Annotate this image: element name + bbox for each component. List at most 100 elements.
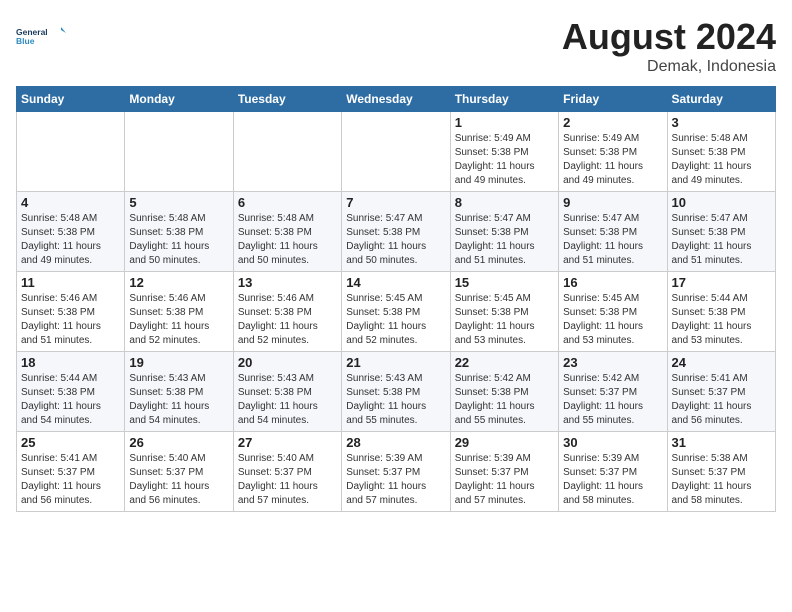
calendar-cell: 31 Sunrise: 5:38 AM Sunset: 5:37 PM Dayli… bbox=[667, 432, 775, 512]
day-number: 4 bbox=[21, 195, 120, 210]
calendar-cell: 26 Sunrise: 5:40 AM Sunset: 5:37 PM Dayli… bbox=[125, 432, 233, 512]
calendar-cell: 13 Sunrise: 5:46 AM Sunset: 5:38 PM Dayli… bbox=[233, 272, 341, 352]
logo-svg: General Blue bbox=[16, 16, 66, 56]
calendar-cell: 7 Sunrise: 5:47 AM Sunset: 5:38 PM Daylig… bbox=[342, 192, 450, 272]
day-number: 18 bbox=[21, 355, 120, 370]
day-number: 29 bbox=[455, 435, 554, 450]
day-info: Sunrise: 5:39 AM Sunset: 5:37 PM Dayligh… bbox=[455, 452, 554, 508]
svg-text:General: General bbox=[16, 27, 48, 37]
calendar-cell: 4 Sunrise: 5:48 AM Sunset: 5:38 PM Daylig… bbox=[17, 192, 125, 272]
day-info: Sunrise: 5:47 AM Sunset: 5:38 PM Dayligh… bbox=[563, 212, 662, 268]
day-info: Sunrise: 5:49 AM Sunset: 5:38 PM Dayligh… bbox=[563, 132, 662, 188]
day-info: Sunrise: 5:48 AM Sunset: 5:38 PM Dayligh… bbox=[672, 132, 771, 188]
day-info: Sunrise: 5:48 AM Sunset: 5:38 PM Dayligh… bbox=[129, 212, 228, 268]
calendar-cell: 24Sunrise: 5:41 AM Sunset: 5:37 PM Dayli… bbox=[667, 352, 775, 432]
day-number: 19 bbox=[129, 355, 228, 370]
day-number: 22 bbox=[455, 355, 554, 370]
day-info: Sunrise: 5:40 AM Sunset: 5:37 PM Dayligh… bbox=[238, 452, 337, 508]
day-info: Sunrise: 5:41 AM Sunset: 5:37 PM Dayligh… bbox=[672, 372, 771, 428]
day-info: Sunrise: 5:38 AM Sunset: 5:37 PM Dayligh… bbox=[672, 452, 771, 508]
day-number: 11 bbox=[21, 275, 120, 290]
col-header-monday: Monday bbox=[125, 87, 233, 112]
day-number: 21 bbox=[346, 355, 445, 370]
calendar-cell bbox=[17, 112, 125, 192]
week-row-4: 18 Sunrise: 5:44 AM Sunset: 5:38 PM Dayli… bbox=[17, 352, 776, 432]
calendar-cell: 21 Sunrise: 5:43 AM Sunset: 5:38 PM Dayli… bbox=[342, 352, 450, 432]
day-number: 13 bbox=[238, 275, 337, 290]
day-info: Sunrise: 5:43 AM Sunset: 5:38 PM Dayligh… bbox=[129, 372, 228, 428]
logo: General Blue bbox=[16, 16, 66, 56]
calendar-cell: 11 Sunrise: 5:46 AM Sunset: 5:38 PM Dayli… bbox=[17, 272, 125, 352]
day-info: Sunrise: 5:46 AM Sunset: 5:38 PM Dayligh… bbox=[21, 292, 120, 348]
calendar-cell: 23Sunrise: 5:42 AM Sunset: 5:37 PM Dayli… bbox=[559, 352, 667, 432]
calendar-cell bbox=[342, 112, 450, 192]
calendar-table: SundayMondayTuesdayWednesdayThursdayFrid… bbox=[16, 86, 776, 512]
day-info: Sunrise: 5:43 AM Sunset: 5:38 PM Dayligh… bbox=[346, 372, 445, 428]
col-header-wednesday: Wednesday bbox=[342, 87, 450, 112]
calendar-cell: 25Sunrise: 5:41 AM Sunset: 5:37 PM Dayli… bbox=[17, 432, 125, 512]
day-number: 6 bbox=[238, 195, 337, 210]
header-row: SundayMondayTuesdayWednesdayThursdayFrid… bbox=[17, 87, 776, 112]
day-info: Sunrise: 5:44 AM Sunset: 5:38 PM Dayligh… bbox=[672, 292, 771, 348]
calendar-cell: 17 Sunrise: 5:44 AM Sunset: 5:38 PM Dayli… bbox=[667, 272, 775, 352]
svg-text:Blue: Blue bbox=[16, 36, 35, 46]
day-info: Sunrise: 5:42 AM Sunset: 5:37 PM Dayligh… bbox=[563, 372, 662, 428]
day-number: 7 bbox=[346, 195, 445, 210]
day-info: Sunrise: 5:48 AM Sunset: 5:38 PM Dayligh… bbox=[21, 212, 120, 268]
calendar-cell bbox=[233, 112, 341, 192]
col-header-friday: Friday bbox=[559, 87, 667, 112]
calendar-cell: 20 Sunrise: 5:43 AM Sunset: 5:38 PM Dayli… bbox=[233, 352, 341, 432]
day-info: Sunrise: 5:47 AM Sunset: 5:38 PM Dayligh… bbox=[455, 212, 554, 268]
calendar-cell: 15Sunrise: 5:45 AM Sunset: 5:38 PM Dayli… bbox=[450, 272, 558, 352]
day-info: Sunrise: 5:46 AM Sunset: 5:38 PM Dayligh… bbox=[238, 292, 337, 348]
day-info: Sunrise: 5:39 AM Sunset: 5:37 PM Dayligh… bbox=[563, 452, 662, 508]
day-number: 17 bbox=[672, 275, 771, 290]
day-number: 26 bbox=[129, 435, 228, 450]
day-number: 1 bbox=[455, 115, 554, 130]
location-title: Demak, Indonesia bbox=[562, 58, 776, 76]
day-info: Sunrise: 5:42 AM Sunset: 5:38 PM Dayligh… bbox=[455, 372, 554, 428]
calendar-cell: 16 Sunrise: 5:45 AM Sunset: 5:38 PM Dayli… bbox=[559, 272, 667, 352]
calendar-cell: 6 Sunrise: 5:48 AM Sunset: 5:38 PM Daylig… bbox=[233, 192, 341, 272]
page-header: General Blue August 2024 Demak, Indonesi… bbox=[16, 16, 776, 76]
calendar-cell bbox=[125, 112, 233, 192]
day-info: Sunrise: 5:45 AM Sunset: 5:38 PM Dayligh… bbox=[455, 292, 554, 348]
calendar-cell: 1Sunrise: 5:49 AM Sunset: 5:38 PM Daylig… bbox=[450, 112, 558, 192]
col-header-thursday: Thursday bbox=[450, 87, 558, 112]
day-number: 5 bbox=[129, 195, 228, 210]
col-header-saturday: Saturday bbox=[667, 87, 775, 112]
day-info: Sunrise: 5:44 AM Sunset: 5:38 PM Dayligh… bbox=[21, 372, 120, 428]
day-number: 16 bbox=[563, 275, 662, 290]
calendar-cell: 12 Sunrise: 5:46 AM Sunset: 5:38 PM Dayli… bbox=[125, 272, 233, 352]
calendar-cell: 9 Sunrise: 5:47 AM Sunset: 5:38 PM Daylig… bbox=[559, 192, 667, 272]
day-info: Sunrise: 5:45 AM Sunset: 5:38 PM Dayligh… bbox=[346, 292, 445, 348]
calendar-cell: 3Sunrise: 5:48 AM Sunset: 5:38 PM Daylig… bbox=[667, 112, 775, 192]
day-info: Sunrise: 5:46 AM Sunset: 5:38 PM Dayligh… bbox=[129, 292, 228, 348]
day-number: 9 bbox=[563, 195, 662, 210]
calendar-cell: 22 Sunrise: 5:42 AM Sunset: 5:38 PM Dayli… bbox=[450, 352, 558, 432]
col-header-tuesday: Tuesday bbox=[233, 87, 341, 112]
day-info: Sunrise: 5:43 AM Sunset: 5:38 PM Dayligh… bbox=[238, 372, 337, 428]
day-number: 28 bbox=[346, 435, 445, 450]
day-info: Sunrise: 5:45 AM Sunset: 5:38 PM Dayligh… bbox=[563, 292, 662, 348]
calendar-cell: 19 Sunrise: 5:43 AM Sunset: 5:38 PM Dayli… bbox=[125, 352, 233, 432]
day-info: Sunrise: 5:47 AM Sunset: 5:38 PM Dayligh… bbox=[346, 212, 445, 268]
day-number: 31 bbox=[672, 435, 771, 450]
day-number: 10 bbox=[672, 195, 771, 210]
title-block: August 2024 Demak, Indonesia bbox=[562, 16, 776, 76]
day-info: Sunrise: 5:48 AM Sunset: 5:38 PM Dayligh… bbox=[238, 212, 337, 268]
day-info: Sunrise: 5:47 AM Sunset: 5:38 PM Dayligh… bbox=[672, 212, 771, 268]
calendar-cell: 5 Sunrise: 5:48 AM Sunset: 5:38 PM Daylig… bbox=[125, 192, 233, 272]
calendar-cell: 18 Sunrise: 5:44 AM Sunset: 5:38 PM Dayli… bbox=[17, 352, 125, 432]
day-number: 2 bbox=[563, 115, 662, 130]
calendar-cell: 30Sunrise: 5:39 AM Sunset: 5:37 PM Dayli… bbox=[559, 432, 667, 512]
day-number: 8 bbox=[455, 195, 554, 210]
day-number: 27 bbox=[238, 435, 337, 450]
calendar-cell: 10 Sunrise: 5:47 AM Sunset: 5:38 PM Dayli… bbox=[667, 192, 775, 272]
calendar-cell: 2 Sunrise: 5:49 AM Sunset: 5:38 PM Daylig… bbox=[559, 112, 667, 192]
calendar-cell: 14Sunrise: 5:45 AM Sunset: 5:38 PM Dayli… bbox=[342, 272, 450, 352]
day-info: Sunrise: 5:40 AM Sunset: 5:37 PM Dayligh… bbox=[129, 452, 228, 508]
month-title: August 2024 bbox=[562, 16, 776, 58]
day-number: 12 bbox=[129, 275, 228, 290]
day-number: 20 bbox=[238, 355, 337, 370]
